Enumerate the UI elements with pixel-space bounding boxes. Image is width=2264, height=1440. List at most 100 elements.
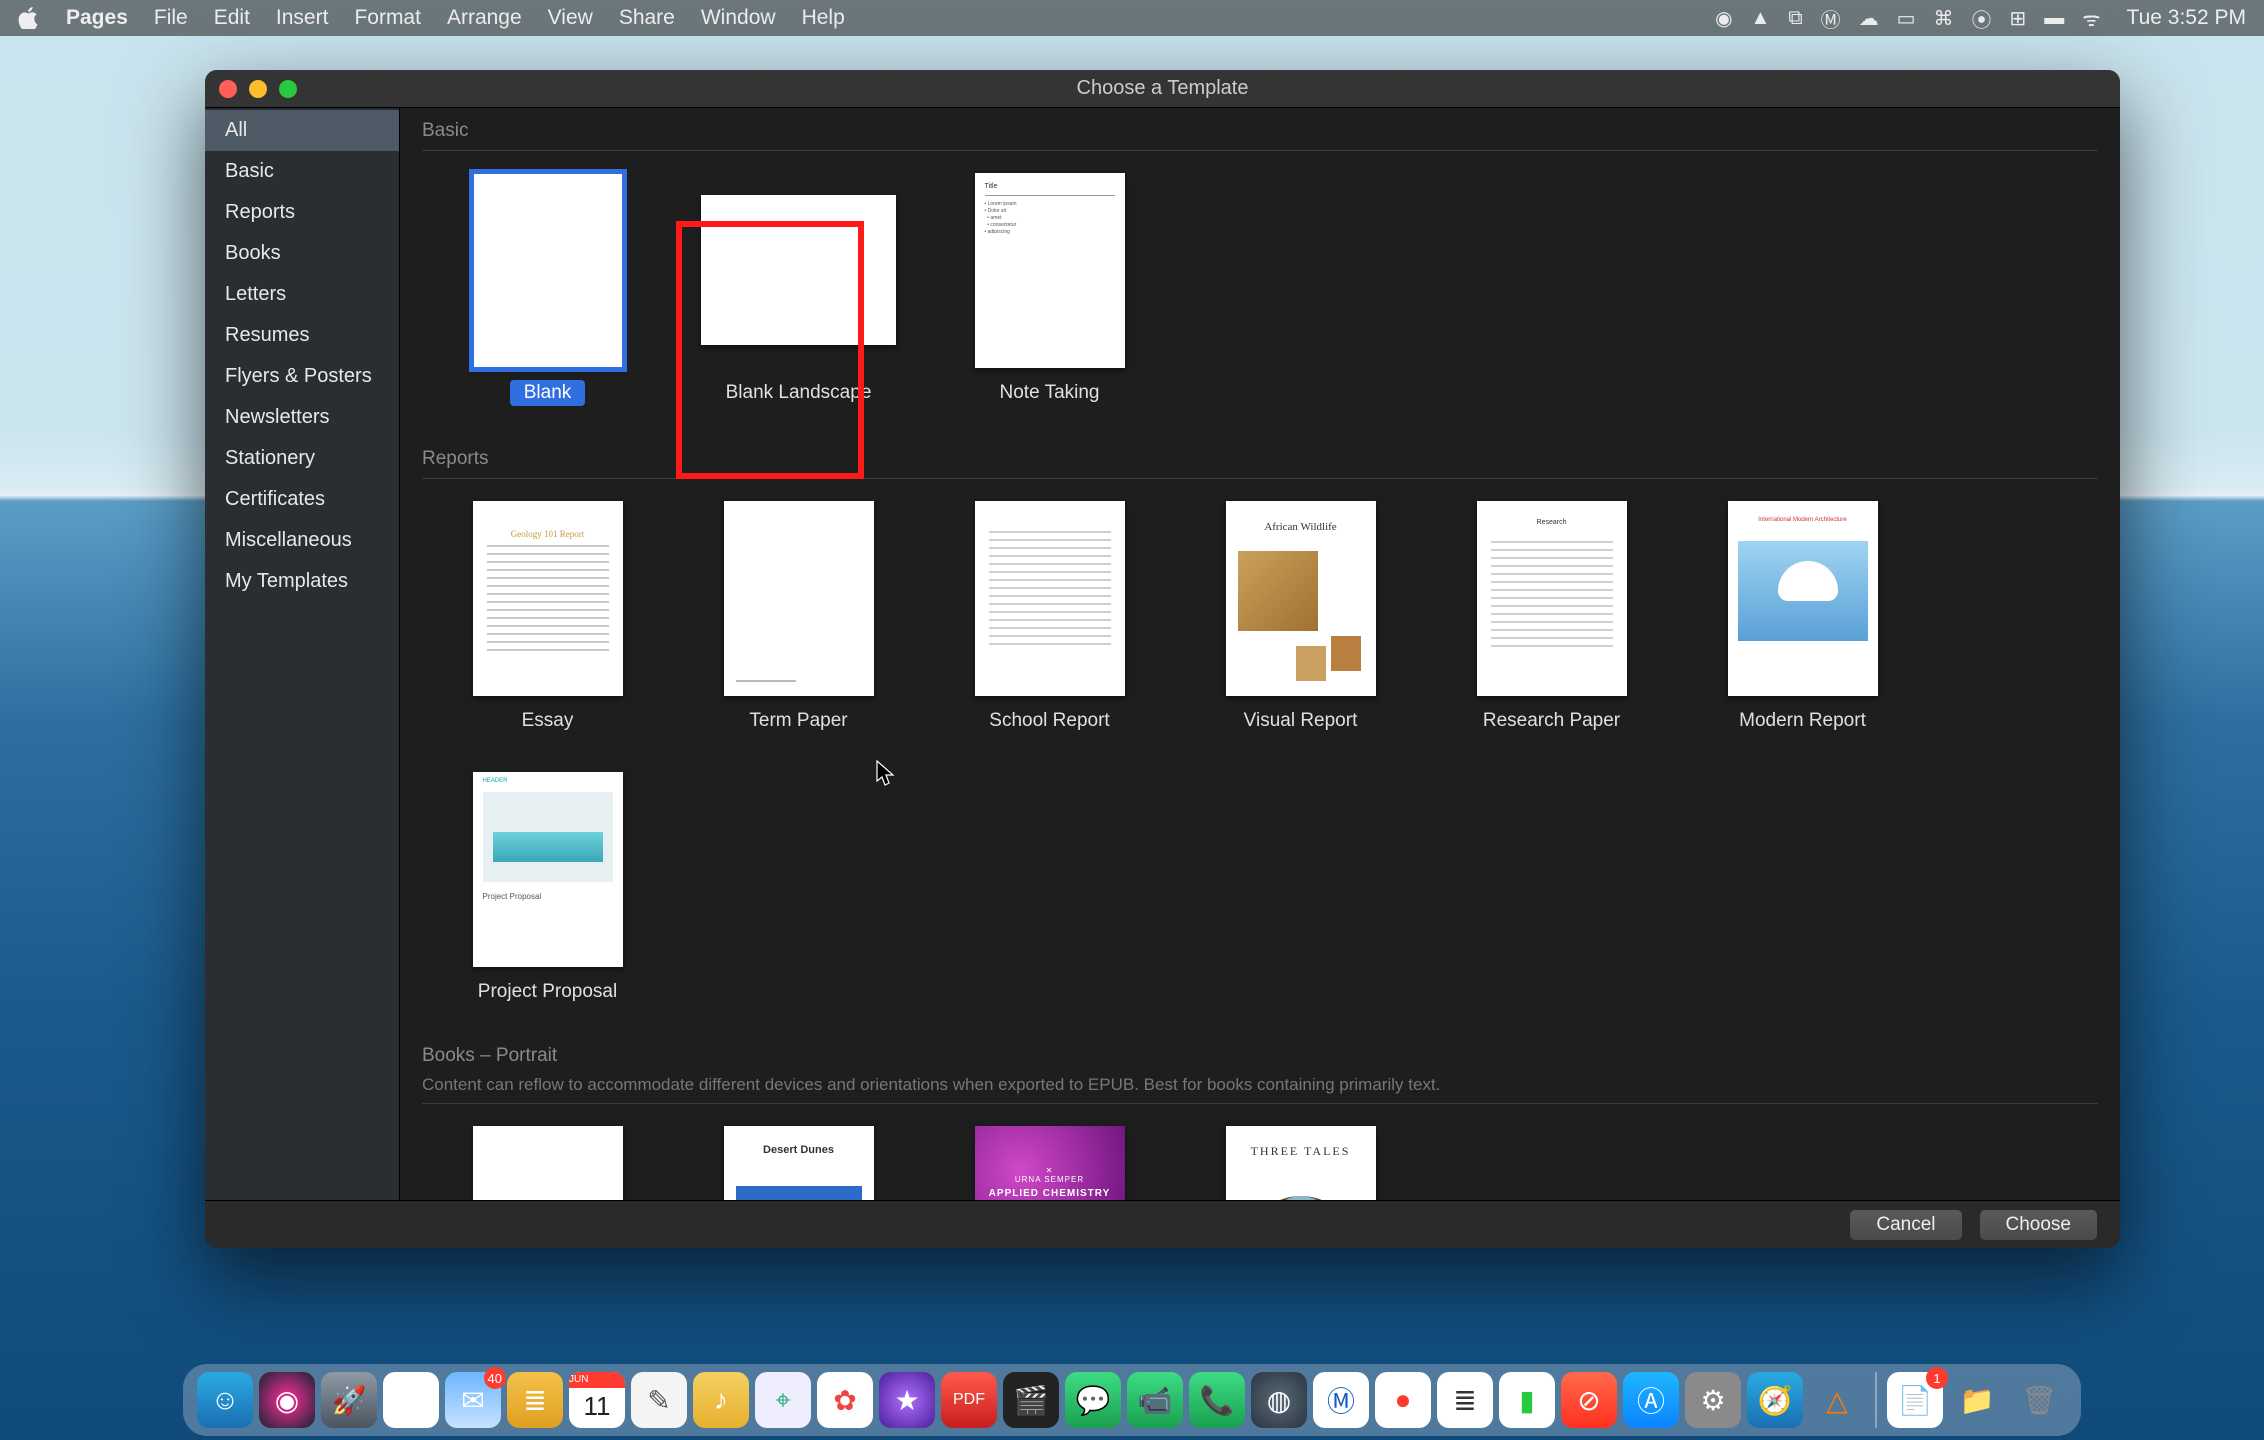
titlebar[interactable]: Choose a Template — [205, 70, 2120, 108]
record-icon[interactable]: ● — [1375, 1372, 1431, 1428]
sidebar-item-stationery[interactable]: Stationery — [205, 438, 399, 479]
menuextra-cc-icon[interactable]: ⊞ — [2010, 6, 2027, 31]
menuextra-wifi-icon[interactable]: ᯤ — [2082, 5, 2100, 32]
menu-insert[interactable]: Insert — [276, 6, 329, 30]
menu-format[interactable]: Format — [354, 6, 421, 30]
sidebar-item-all[interactable]: All — [205, 110, 399, 151]
template-research-paper[interactable]: Research Research Paper — [1426, 501, 1677, 732]
template-label: Note Taking — [1000, 382, 1100, 404]
menu-view[interactable]: View — [548, 6, 593, 30]
template-project-proposal[interactable]: HEADERProject ProposalProject Proposal — [422, 772, 673, 1003]
sidebar-item-miscellaneous[interactable]: Miscellaneous — [205, 520, 399, 561]
template-label: Research Paper — [1483, 710, 1620, 732]
imovie-star[interactable]: ★ — [879, 1372, 935, 1428]
sidebar-item-letters[interactable]: Letters — [205, 274, 399, 315]
template-visual-report[interactable]: African WildlifeVisual Report — [1175, 501, 1426, 732]
menuextra-vlc-icon[interactable]: ▲ — [1751, 7, 1771, 30]
sidebar-item-books[interactable]: Books — [205, 233, 399, 274]
template-note-taking[interactable]: Title• Lorem ipsum• Dolor sit • amet • c… — [924, 173, 1175, 406]
messages-icon[interactable]: 💬 — [1065, 1372, 1121, 1428]
menuextra-spot-icon[interactable]: ⦿ — [1972, 4, 1992, 33]
sidebar-item-my-templates[interactable]: My Templates — [205, 561, 399, 602]
template-blankbook[interactable] — [422, 1126, 673, 1200]
clapper-icon[interactable]: 🎬 — [1003, 1372, 1059, 1428]
audio-icon[interactable]: ♪ — [693, 1372, 749, 1428]
dock: ☺◉🚀◎✉40≣JUN11✎♪⌖✿★PDF🎬💬📹📞◍Ⓜ●≣▮⊘Ⓐ⚙🧭△📄1📁🗑 — [183, 1364, 2081, 1436]
badge: 1 — [1926, 1367, 1948, 1389]
malware-icon[interactable]: Ⓜ — [1313, 1372, 1369, 1428]
choose-button[interactable]: Choose — [1979, 1209, 2099, 1241]
template-label: Visual Report — [1244, 710, 1358, 732]
pages-doc-icon[interactable]: 📄1 — [1887, 1372, 1943, 1428]
vlc-icon[interactable]: △ — [1809, 1372, 1865, 1428]
template-thumbnail — [473, 1126, 623, 1200]
menuextra-switch-icon[interactable]: ⌘ — [1934, 6, 1954, 31]
steam-icon[interactable]: ◍ — [1251, 1372, 1307, 1428]
window-close-button[interactable] — [219, 80, 237, 98]
template-gallery[interactable]: BasicBlankBlank LandscapeTitle• Lorem ip… — [400, 108, 2120, 1200]
menu-share[interactable]: Share — [619, 6, 675, 30]
calendar-icon[interactable]: JUN11 — [569, 1372, 625, 1428]
menuextra-record-icon[interactable]: ◉ — [1715, 6, 1732, 31]
menu-window[interactable]: Window — [701, 6, 776, 30]
section-subtitle: Content can reflow to accommodate differ… — [400, 1073, 2120, 1101]
sidebar-item-flyers-posters[interactable]: Flyers & Posters — [205, 356, 399, 397]
template-school-report[interactable]: School Report — [924, 501, 1175, 732]
template-chem[interactable]: ✕URNA SEMPERAPPLIED CHEMISTRYFIRST EDITI… — [924, 1126, 1175, 1200]
safari2-icon[interactable]: 🧭 — [1747, 1372, 1803, 1428]
template-term-paper[interactable]: Term Paper — [673, 501, 924, 732]
template-label: School Report — [989, 710, 1109, 732]
sidebar-item-basic[interactable]: Basic — [205, 151, 399, 192]
script-icon[interactable]: ≣ — [1437, 1372, 1493, 1428]
textedit-icon[interactable]: ✎ — [631, 1372, 687, 1428]
template-blank[interactable]: Blank — [422, 173, 673, 406]
nosign-icon[interactable]: ⊘ — [1561, 1372, 1617, 1428]
menubar-clock[interactable]: Tue 3:52 PM — [2127, 6, 2246, 30]
template-thumbnail: Research — [1477, 501, 1627, 696]
window-zoom-button[interactable] — [279, 80, 297, 98]
appstore-icon[interactable]: Ⓐ — [1623, 1372, 1679, 1428]
sidebar-item-resumes[interactable]: Resumes — [205, 315, 399, 356]
template-label: Project Proposal — [478, 981, 617, 1003]
phone-icon[interactable]: 📞 — [1189, 1372, 1245, 1428]
menuextra-cloud-icon[interactable]: ☁ — [1859, 6, 1879, 31]
facetime-icon[interactable]: 📹 — [1127, 1372, 1183, 1428]
window-minimize-button[interactable] — [249, 80, 267, 98]
menu-file[interactable]: File — [154, 6, 188, 30]
menubar-app-name[interactable]: Pages — [66, 6, 128, 30]
launchpad-icon[interactable]: 🚀 — [321, 1372, 377, 1428]
maps-icon[interactable]: ⌖ — [755, 1372, 811, 1428]
menu-arrange[interactable]: Arrange — [447, 6, 522, 30]
apple-menu[interactable] — [18, 7, 40, 29]
annotation-highlight — [676, 221, 864, 479]
cancel-button[interactable]: Cancel — [1849, 1209, 1962, 1241]
template-tales[interactable]: THREE TALES — [1175, 1126, 1426, 1200]
template-thumbnail: Geology 101 Report — [473, 501, 623, 696]
chrome-icon[interactable]: ◎ — [383, 1372, 439, 1428]
template-label: Term Paper — [749, 710, 847, 732]
menuextra-battery-icon[interactable]: ▬ — [2044, 7, 2064, 30]
sidebar-item-newsletters[interactable]: Newsletters — [205, 397, 399, 438]
template-dunes[interactable]: Desert Dunes — [673, 1126, 924, 1200]
sidebar-item-certificates[interactable]: Certificates — [205, 479, 399, 520]
menuextra-dropbox-icon[interactable]: ⧉ — [1788, 7, 1802, 30]
menuextra-malware-icon[interactable]: Ⓜ — [1821, 4, 1841, 33]
numbers-icon[interactable]: ▮ — [1499, 1372, 1555, 1428]
notes-icon[interactable]: ≣ — [507, 1372, 563, 1428]
siri-icon[interactable]: ◉ — [259, 1372, 315, 1428]
mail-icon[interactable]: ✉40 — [445, 1372, 501, 1428]
pdf-icon[interactable]: PDF — [941, 1372, 997, 1428]
finder-icon[interactable]: ☺ — [197, 1372, 253, 1428]
menu-help[interactable]: Help — [802, 6, 845, 30]
folder-icon[interactable]: 📁 — [1949, 1372, 2005, 1428]
sidebar-item-reports[interactable]: Reports — [205, 192, 399, 233]
template-modern-report[interactable]: International Modern ArchitectureModern … — [1677, 501, 1928, 732]
sysprefs-icon[interactable]: ⚙ — [1685, 1372, 1741, 1428]
trash-icon[interactable]: 🗑 — [2011, 1372, 2067, 1428]
template-essay[interactable]: Geology 101 ReportEssay — [422, 501, 673, 732]
menu-edit[interactable]: Edit — [214, 6, 250, 30]
photos-icon[interactable]: ✿ — [817, 1372, 873, 1428]
template-label: Modern Report — [1739, 710, 1866, 732]
mouse-cursor-icon — [876, 760, 896, 788]
menuextra-display-icon[interactable]: ▭ — [1897, 6, 1916, 31]
